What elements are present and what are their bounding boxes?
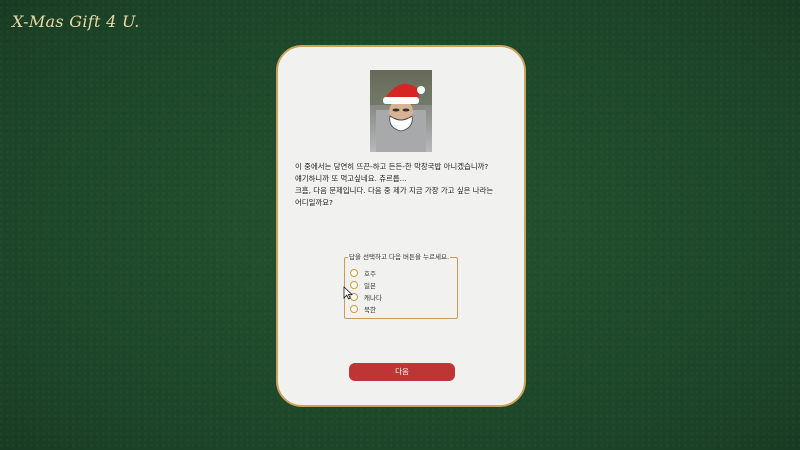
question-line: 어디일까요? (295, 198, 333, 207)
option-label: 일본 (364, 282, 376, 290)
question-line: 얘기하니까 또 먹고싶네요. 츄르릅... (295, 174, 407, 183)
option-canada[interactable]: 캐나다 (350, 292, 382, 302)
option-label: 북한 (364, 306, 376, 314)
next-button[interactable]: 다음 (349, 363, 455, 381)
option-label: 호주 (364, 270, 376, 278)
santa-photo (370, 70, 432, 152)
pointer-cursor-icon (343, 285, 354, 300)
question-line: 크흠, 다음 문제입니다. 다음 중 제가 지금 가장 가고 싶은 나라는 (295, 186, 494, 195)
question-text: 이 중에서는 당연히 뜨끈-하고 든든-한 막창국밥 아니겠습니까? 얘기하니까… (295, 161, 517, 209)
option-japan[interactable]: 일본 (350, 280, 376, 290)
radio-button[interactable] (350, 305, 358, 313)
question-line: 이 중에서는 당연히 뜨끈-하고 든든-한 막창국밥 아니겠습니까? (295, 162, 489, 171)
quiz-card: 이 중에서는 당연히 뜨끈-하고 든든-한 막창국밥 아니겠습니까? 얘기하니까… (276, 45, 526, 407)
answer-legend: 답을 선택하고 다음 버튼을 누르세요. (348, 252, 451, 262)
site-title: X-Mas Gift 4 U. (12, 12, 140, 31)
option-north-korea[interactable]: 북한 (350, 304, 376, 314)
option-label: 캐나다 (364, 294, 382, 302)
option-australia[interactable]: 호주 (350, 268, 376, 278)
radio-button[interactable] (350, 269, 358, 277)
answer-fieldset: 답을 선택하고 다음 버튼을 누르세요. 호주 일본 캐나다 북한 (344, 252, 458, 319)
